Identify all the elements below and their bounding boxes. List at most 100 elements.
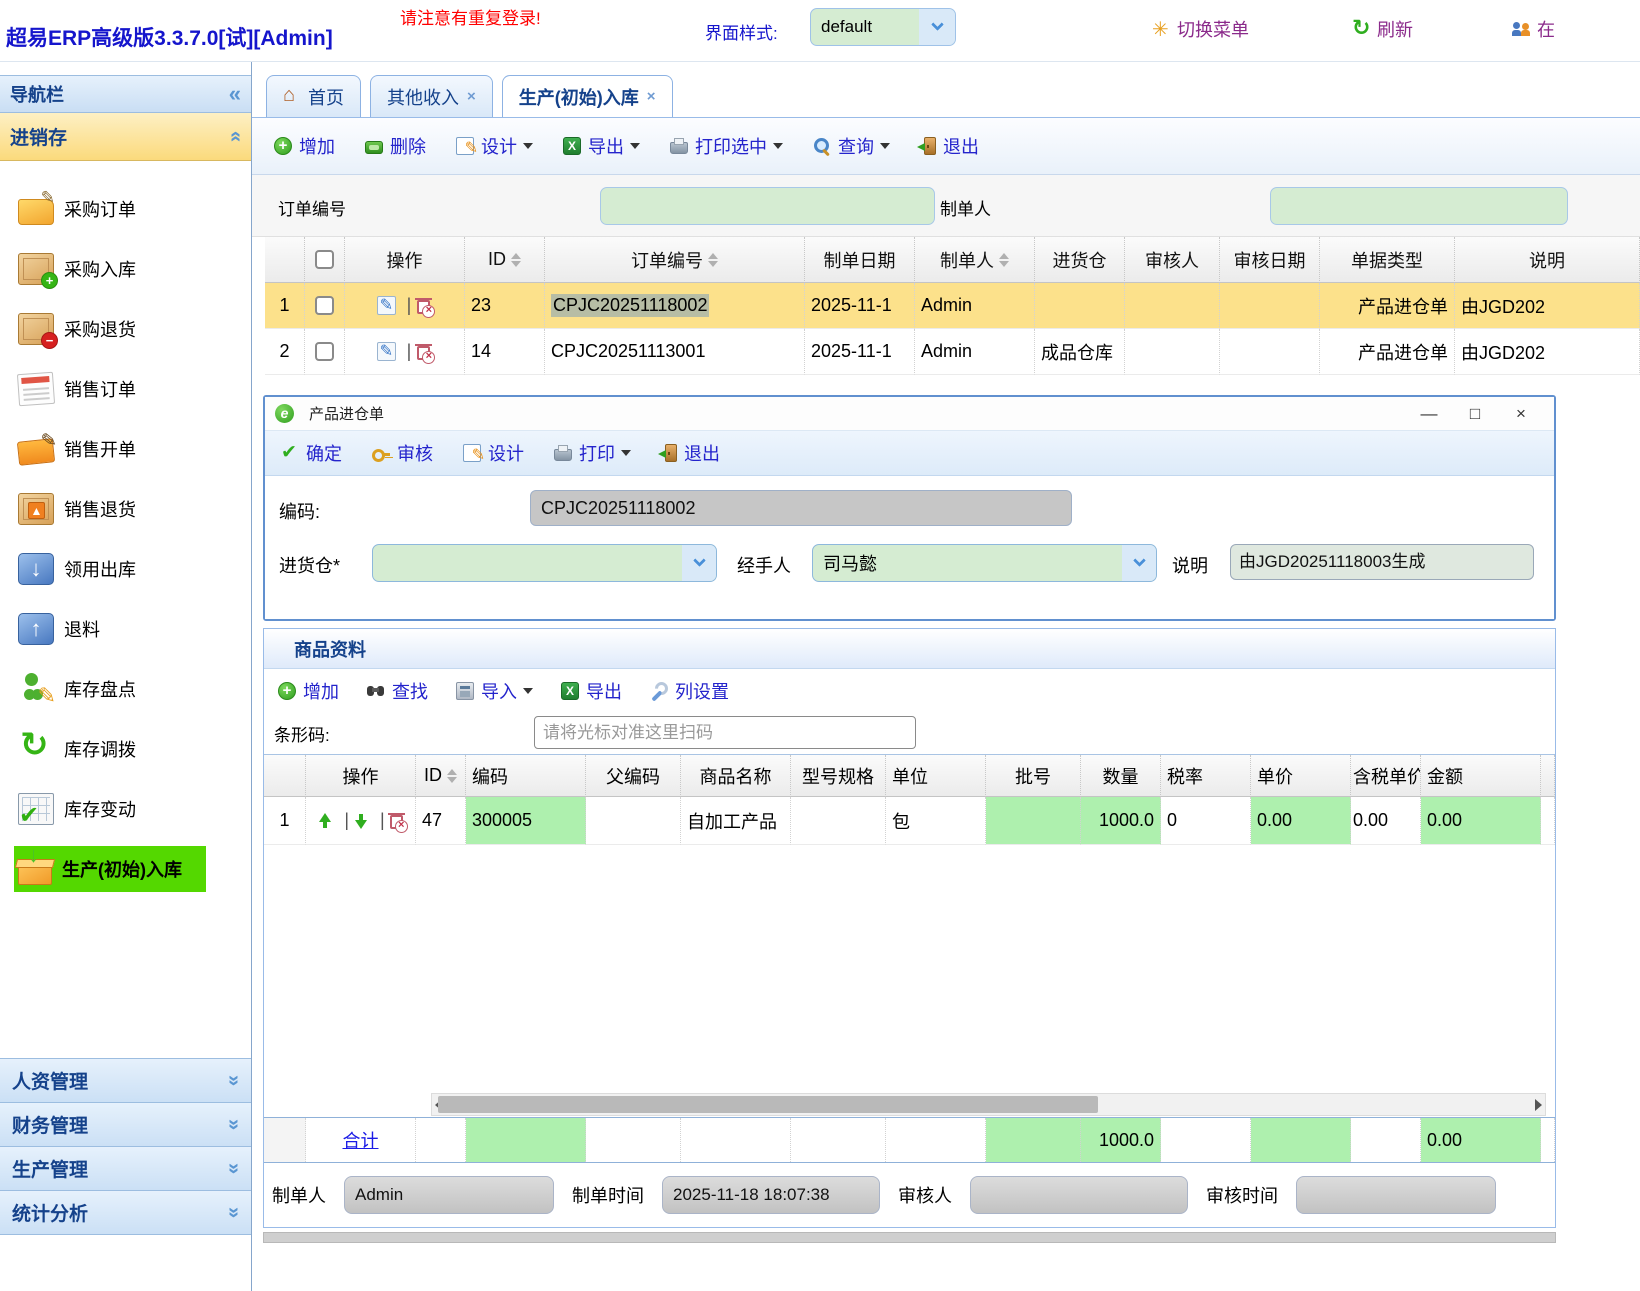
ui-style-select[interactable]: default xyxy=(810,8,956,46)
delete-button[interactable]: 删除 xyxy=(365,133,426,159)
chevron-down-icon[interactable] xyxy=(682,545,716,581)
col-amount[interactable]: 金额 xyxy=(1421,755,1541,797)
col-warehouse[interactable]: 进货仓 xyxy=(1035,237,1125,283)
col-auditor[interactable]: 审核人 xyxy=(1125,237,1220,283)
find-product-button[interactable]: 查找 xyxy=(367,678,428,704)
table-row[interactable]: 1 | 23 CPJC20251118002 2025-11-1 Admin 产… xyxy=(265,283,1640,329)
col-maker[interactable]: 制单人 xyxy=(915,237,1035,283)
chevron-down-icon[interactable] xyxy=(919,9,955,45)
barcode-input[interactable] xyxy=(534,716,916,749)
export-button[interactable]: 导出 xyxy=(563,133,640,159)
sidebar-item-purchase-inbound[interactable]: + 采购入库 xyxy=(0,239,251,299)
tab-other-income[interactable]: 其他收入 × xyxy=(370,75,493,117)
maximize-icon[interactable]: □ xyxy=(1452,404,1498,424)
section-production[interactable]: 生产管理 » xyxy=(0,1147,251,1191)
edit-icon[interactable] xyxy=(377,296,396,315)
sidebar-item-stock-transfer[interactable]: 库存调拨 xyxy=(0,719,251,779)
section-inventory[interactable]: 进销存 » xyxy=(0,113,251,161)
refresh-button[interactable]: 刷新 xyxy=(1352,16,1413,42)
col-name[interactable]: 商品名称 xyxy=(681,755,791,797)
import-button[interactable]: 导入 xyxy=(456,678,533,704)
sidebar-item-stocktake[interactable]: 库存盘点 xyxy=(0,659,251,719)
col-unit[interactable]: 单位 xyxy=(886,755,986,797)
sidebar-item-production-inbound[interactable]: 生产(初始)入库 xyxy=(14,846,206,892)
trash-icon[interactable] xyxy=(417,346,430,360)
row-checkbox[interactable] xyxy=(315,342,334,361)
dialog-title-bar[interactable]: 产品进仓单 — □ × xyxy=(265,397,1554,431)
print-selected-button[interactable]: 打印选中 xyxy=(670,133,783,159)
audit-button[interactable]: 审核 xyxy=(372,440,433,466)
print-button[interactable]: 打印 xyxy=(554,440,631,466)
col-tax[interactable]: 税率 xyxy=(1161,755,1251,797)
chevron-double-down-icon[interactable]: » xyxy=(222,1163,245,1174)
order-no-filter-input[interactable] xyxy=(600,187,935,225)
tab-home[interactable]: 首页 xyxy=(266,75,361,117)
col-op[interactable]: 操作 xyxy=(345,237,465,283)
export-products-button[interactable]: 导出 xyxy=(561,678,622,704)
chevron-double-down-icon[interactable]: » xyxy=(222,1075,245,1086)
close-tab-icon[interactable]: × xyxy=(467,88,476,105)
chevron-double-down-icon[interactable]: » xyxy=(222,1207,245,1218)
minimize-icon[interactable]: — xyxy=(1406,404,1452,424)
sidebar-item-stock-change[interactable]: 库存变动 xyxy=(0,779,251,839)
handler-select[interactable]: 司马懿 xyxy=(812,544,1157,582)
move-down-icon[interactable] xyxy=(352,812,370,830)
col-parent-code[interactable]: 父编码 xyxy=(586,755,681,797)
move-up-icon[interactable] xyxy=(316,812,334,830)
col-batch[interactable]: 批号 xyxy=(986,755,1081,797)
design-button[interactable]: 设计 xyxy=(456,133,533,159)
close-tab-icon[interactable]: × xyxy=(647,88,656,105)
table-row[interactable]: 2 | 14 CPJC20251113001 2025-11-1 Admin 成… xyxy=(265,329,1640,375)
column-settings-button[interactable]: 列设置 xyxy=(650,678,729,704)
section-statistics[interactable]: 统计分析 » xyxy=(0,1191,251,1235)
online-users-button[interactable]: 在 xyxy=(1512,16,1555,42)
col-spec[interactable]: 型号规格 xyxy=(791,755,886,797)
query-button[interactable]: 查询 xyxy=(813,133,890,159)
scroll-right-icon[interactable] xyxy=(1535,1099,1542,1111)
sidebar-item-purchase-return[interactable]: − 采购退货 xyxy=(0,299,251,359)
edit-icon[interactable] xyxy=(377,342,396,361)
note-input[interactable]: 由JGD20251118003生成 xyxy=(1230,544,1534,580)
bottom-scrollbar-strip[interactable] xyxy=(263,1232,1556,1243)
design-button[interactable]: 设计 xyxy=(463,440,524,466)
chevron-double-up-icon[interactable]: » xyxy=(224,131,247,142)
tab-production-inbound[interactable]: 生产(初始)入库 × xyxy=(502,75,673,117)
col-note[interactable]: 说明 xyxy=(1455,237,1640,283)
section-finance[interactable]: 财务管理 » xyxy=(0,1103,251,1147)
exit-button[interactable]: 退出 xyxy=(920,133,979,159)
sidebar-item-material-return[interactable]: 退料 xyxy=(0,599,251,659)
col-order-no[interactable]: 订单编号 xyxy=(545,237,805,283)
chevron-double-down-icon[interactable]: » xyxy=(222,1119,245,1130)
col-id[interactable]: ID xyxy=(416,755,466,797)
col-tax-price[interactable]: 含税单价 xyxy=(1351,755,1421,797)
trash-icon[interactable] xyxy=(417,300,430,314)
sidebar-item-sales-order[interactable]: 销售订单 xyxy=(0,359,251,419)
exit-button[interactable]: 退出 xyxy=(661,440,720,466)
sidebar-item-sales-billing[interactable]: 销售开单 xyxy=(0,419,251,479)
close-icon[interactable]: × xyxy=(1498,404,1544,424)
col-op[interactable]: 操作 xyxy=(306,755,416,797)
row-checkbox[interactable] xyxy=(315,296,334,315)
scrollbar-thumb[interactable] xyxy=(438,1096,1098,1113)
add-button[interactable]: 增加 xyxy=(274,133,335,159)
product-row[interactable]: 1 | | 47 300005 自加工产品 包 1000.0 0 0.00 0.… xyxy=(264,797,1555,845)
col-make-date[interactable]: 制单日期 xyxy=(805,237,915,283)
switch-menu-button[interactable]: 切换菜单 xyxy=(1152,16,1249,42)
col-qty[interactable]: 数量 xyxy=(1081,755,1161,797)
section-hr[interactable]: 人资管理 » xyxy=(0,1059,251,1103)
chevron-down-icon[interactable] xyxy=(1122,545,1156,581)
sidebar-item-purchase-order[interactable]: 采购订单 xyxy=(0,179,251,239)
col-doc-type[interactable]: 单据类型 xyxy=(1320,237,1455,283)
sidebar-item-requisition-outbound[interactable]: 领用出库 xyxy=(0,539,251,599)
sidebar-item-sales-return[interactable]: ▲ 销售退货 xyxy=(0,479,251,539)
maker-filter-input[interactable] xyxy=(1270,187,1568,225)
horizontal-scrollbar[interactable] xyxy=(431,1093,1546,1116)
col-code[interactable]: 编码 xyxy=(466,755,586,797)
total-link[interactable]: 合计 xyxy=(343,1127,379,1153)
col-audit-date[interactable]: 审核日期 xyxy=(1220,237,1320,283)
warehouse-select[interactable] xyxy=(372,544,717,582)
col-id[interactable]: ID xyxy=(465,237,545,283)
add-product-button[interactable]: 增加 xyxy=(278,678,339,704)
trash-icon[interactable] xyxy=(390,815,403,829)
collapse-sidebar-icon[interactable]: « xyxy=(229,81,241,107)
